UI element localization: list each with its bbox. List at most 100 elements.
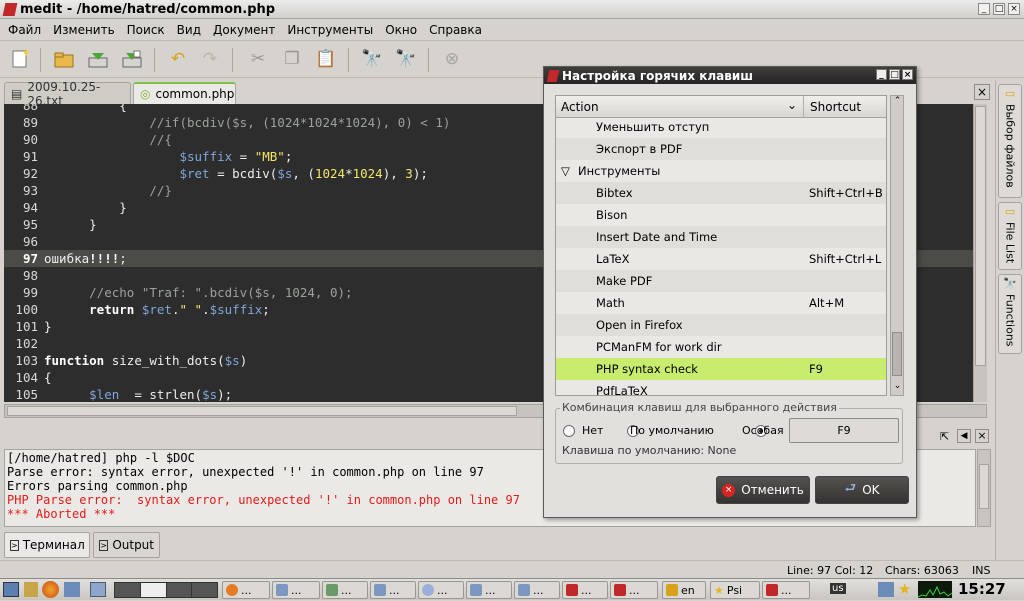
action-row[interactable]: Insert Date and Time <box>556 226 886 248</box>
task-window-3[interactable]: ... <box>322 581 368 599</box>
maximize-button[interactable]: □ <box>993 3 1005 15</box>
expander-icon[interactable]: ▽ <box>561 160 570 182</box>
action-row[interactable]: Bibtex Shift+Ctrl+B <box>556 182 886 204</box>
firefox-icon[interactable] <box>42 581 59 598</box>
dock-functions-tab[interactable]: 🔭 Functions <box>998 274 1022 354</box>
action-row[interactable]: PCManFM for work dir <box>556 336 886 358</box>
output-vertical-scrollbar[interactable] <box>977 449 991 527</box>
minimize-button[interactable]: _ <box>978 3 990 15</box>
menu-tools[interactable]: Инструменты <box>279 23 377 37</box>
action-row[interactable]: ▽ Инструменты <box>556 160 886 182</box>
action-name: Open in Firefox <box>596 318 683 332</box>
task-en[interactable]: en <box>662 581 706 599</box>
dock-file-selector-tab[interactable]: ▭ Выбор файлов <box>998 84 1022 198</box>
dialog-titlebar[interactable]: Настройка горячих клавиш _ □ × <box>544 67 916 84</box>
paste-icon[interactable]: 📋 <box>314 48 338 70</box>
line-number: 94 <box>22 200 38 215</box>
task-medit-2[interactable]: ... <box>610 581 658 599</box>
task-window-6[interactable]: ... <box>466 581 512 599</box>
pin-icon[interactable]: ⇱ <box>940 430 949 443</box>
scroll-down-icon[interactable]: ⌄ <box>892 381 903 393</box>
stop-icon[interactable]: ⊗ <box>440 48 464 70</box>
desktop-pager[interactable] <box>114 582 218 598</box>
action-row[interactable]: Уменьшить отступ <box>556 116 886 138</box>
redo-icon[interactable]: ↷ <box>198 48 222 70</box>
shortcut-entry[interactable]: F9 <box>789 418 899 443</box>
sort-chevron-icon[interactable]: ⌄ <box>787 98 797 112</box>
find-replace-icon[interactable]: 🔭 <box>394 48 418 70</box>
start-menu-icon[interactable] <box>3 582 19 597</box>
action-name: Insert Date and Time <box>596 230 718 244</box>
task-firefox[interactable]: ... <box>222 581 270 599</box>
task-window-7[interactable]: ... <box>514 581 560 599</box>
menu-file[interactable]: Файл <box>0 23 45 37</box>
menu-help[interactable]: Справка <box>421 23 486 37</box>
actions-tree[interactable]: Action ⌄ Shortcut Уменьшить отступ Экспор… <box>555 95 887 396</box>
tab-common-php[interactable]: ◎ common.php <box>133 82 236 104</box>
cancel-button[interactable]: × Отменить <box>716 476 810 504</box>
collapse-left-icon[interactable]: ◀ <box>957 429 971 443</box>
psi-tray-icon[interactable]: ★ <box>898 580 911 598</box>
editor-vertical-scrollbar[interactable] <box>973 104 987 402</box>
close-tab-icon[interactable]: × <box>974 84 990 100</box>
keyboard-layout[interactable]: us <box>830 583 846 594</box>
open-folder-icon[interactable] <box>52 48 76 70</box>
ok-button[interactable]: ⮐ OK <box>815 476 909 504</box>
menu-edit[interactable]: Изменить <box>45 23 119 37</box>
task-medit-1[interactable]: ... <box>562 581 608 599</box>
cut-icon[interactable]: ✂ <box>246 48 270 70</box>
tree-vertical-scrollbar[interactable]: ⌃ ⌄ <box>890 95 904 396</box>
radio-none[interactable] <box>563 425 575 437</box>
task-medit-3[interactable]: ... <box>762 581 810 599</box>
scroll-up-icon[interactable]: ⌃ <box>892 96 903 108</box>
save-as-icon[interactable] <box>120 48 144 70</box>
desktop-switch-icon[interactable] <box>90 582 106 597</box>
dock-file-list-tab[interactable]: ▭ File List <box>998 202 1022 270</box>
action-row[interactable]: LaTeX Shift+Ctrl+L <box>556 248 886 270</box>
files-icon[interactable] <box>24 582 38 597</box>
dialog-title: Настройка горячих клавиш <box>562 68 754 83</box>
action-row[interactable]: Open in Firefox <box>556 314 886 336</box>
line-number: 101 <box>15 319 38 334</box>
dialog-minimize-button[interactable]: _ <box>876 69 887 80</box>
network-icon[interactable] <box>878 582 894 597</box>
tab-terminal[interactable]: > Терминал <box>4 532 90 558</box>
column-shortcut[interactable]: Shortcut <box>810 100 861 114</box>
action-row[interactable]: Экспорт в PDF <box>556 138 886 160</box>
terminal-launcher-icon[interactable] <box>64 582 80 597</box>
window-title: medit - /home/hatred/common.php <box>20 1 276 17</box>
close-pane-icon[interactable]: × <box>975 429 989 443</box>
action-name: Bibtex <box>596 186 633 200</box>
menu-view[interactable]: Вид <box>169 23 205 37</box>
task-window-4[interactable]: ... <box>370 581 416 599</box>
column-action[interactable]: Action <box>561 100 599 114</box>
task-psi[interactable]: ★ Psi <box>710 581 760 599</box>
task-window-2[interactable]: ... <box>272 581 320 599</box>
action-row[interactable]: PdfLaTeX <box>556 380 886 395</box>
dialog-close-button[interactable]: × <box>902 69 913 80</box>
action-row[interactable]: PHP syntax check F9 <box>556 358 886 380</box>
task-window-5[interactable]: ... <box>418 581 464 599</box>
save-icon[interactable] <box>86 48 110 70</box>
menu-window[interactable]: Окно <box>377 23 421 37</box>
clock[interactable]: 15:27 <box>958 580 1006 598</box>
find-icon[interactable]: 🔭 <box>360 48 384 70</box>
action-row[interactable]: Math Alt+M <box>556 292 886 314</box>
undo-icon[interactable]: ↶ <box>166 48 190 70</box>
tab-txt-file[interactable]: ▤ 2009.10.25-26.txt <box>4 80 131 108</box>
code-text: //{ <box>149 132 172 147</box>
code-text: } <box>44 217 97 232</box>
right-dock: ▭ Выбор файлов ▭ File List 🔭 Functions <box>995 80 1024 560</box>
tab-output[interactable]: > Output <box>93 532 160 558</box>
menu-document[interactable]: Документ <box>205 23 279 37</box>
action-row[interactable]: Bison <box>556 204 886 226</box>
dialog-maximize-button[interactable]: □ <box>889 69 900 80</box>
close-button[interactable]: × <box>1008 3 1020 15</box>
new-file-icon[interactable] <box>8 48 32 70</box>
line-number: 97 <box>22 251 38 266</box>
copy-icon[interactable]: ❐ <box>280 48 304 70</box>
menu-search[interactable]: Поиск <box>119 23 169 37</box>
action-row[interactable]: Make PDF <box>556 270 886 292</box>
window-titlebar[interactable]: medit - /home/hatred/common.php _ □ × <box>0 0 1024 19</box>
ok-arrow-icon: ⮐ <box>844 481 857 496</box>
